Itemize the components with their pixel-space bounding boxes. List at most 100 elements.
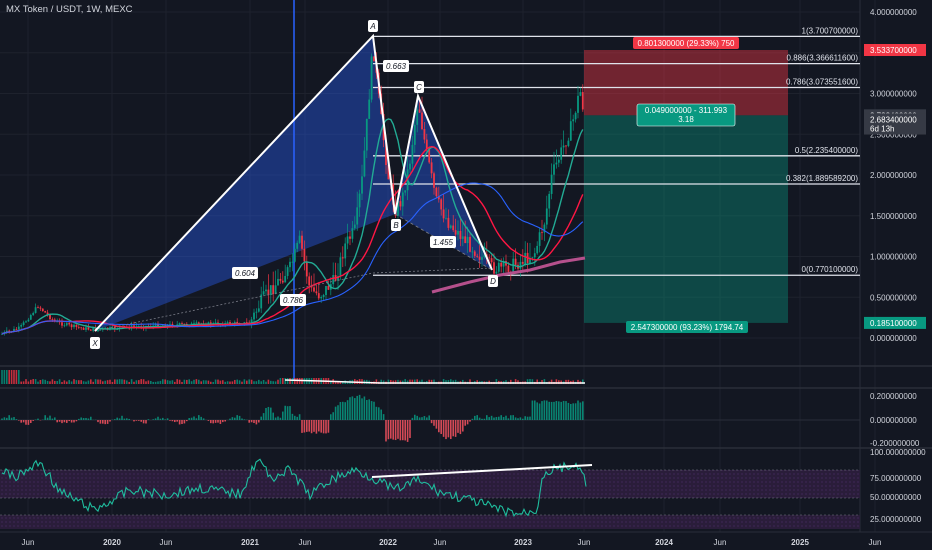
volume-bar: [272, 381, 274, 384]
volume-bar: [270, 380, 272, 384]
candle-body: [253, 312, 255, 320]
macd-bar: [49, 415, 51, 420]
candle-body: [322, 294, 325, 297]
candle-body: [346, 236, 349, 244]
pattern-point-label: C: [416, 83, 422, 92]
macd-bar: [433, 420, 435, 426]
macd-bar: [572, 403, 574, 420]
candle-body: [327, 285, 330, 290]
macd-bar: [78, 418, 80, 420]
pattern-point-label: D: [490, 277, 496, 286]
candle-body: [545, 208, 548, 225]
candle-body: [308, 276, 311, 286]
macd-bar: [519, 417, 522, 420]
macd-bar: [121, 415, 123, 420]
loss-label: 0.801300000 (29.33%) 750: [633, 37, 739, 49]
macd-bar: [390, 420, 392, 439]
candle-body: [133, 325, 135, 327]
macd-bar: [538, 403, 541, 420]
macd-bar: [567, 402, 570, 420]
macd-bar: [517, 418, 519, 420]
macd-bar: [75, 420, 78, 422]
macd-bar: [342, 401, 344, 420]
harmonic-xab-triangle[interactable]: [95, 36, 395, 331]
macd-bar: [255, 420, 258, 425]
macd-bar: [73, 420, 75, 423]
macd-bar: [546, 400, 548, 420]
candle-body: [296, 242, 299, 249]
risk-reward-label: 0.049000000 - 311.993 3.18: [636, 103, 736, 127]
candle-body: [423, 129, 426, 140]
macd-bar: [375, 406, 378, 420]
candle-body: [416, 109, 419, 125]
volume-bar: [135, 380, 138, 384]
macd-bar: [430, 420, 433, 424]
time-axis[interactable]: Jun 2020 Jun 2021 Jun 2022 Jun 2023 Jun 2024 Jun 20…: [22, 538, 882, 547]
candle-body: [553, 164, 555, 175]
macd-bar: [577, 400, 579, 420]
volume-bar: [159, 380, 162, 384]
volume-bar: [37, 381, 39, 384]
macd-bar: [471, 418, 474, 420]
macd-bar: [380, 409, 382, 420]
candle-body: [533, 253, 536, 258]
macd-bar: [3, 417, 6, 420]
volume-bar: [284, 378, 286, 384]
volume-bar: [49, 381, 51, 384]
candle-body: [344, 243, 347, 259]
macd-bar: [217, 420, 219, 423]
macd-bar: [334, 406, 337, 420]
volume-bar: [224, 381, 226, 384]
volume-bar: [34, 379, 37, 384]
volume-bar: [61, 381, 63, 384]
macd-bar: [346, 400, 349, 420]
volume-bar: [116, 379, 118, 384]
macd-bar: [277, 416, 279, 420]
macd-bar: [70, 420, 73, 423]
candle-body: [531, 257, 534, 259]
volume-bar: [195, 379, 198, 384]
macd-bar: [526, 416, 529, 420]
macd-bar: [327, 420, 330, 433]
candle-body: [548, 193, 551, 209]
macd-bar: [30, 420, 32, 424]
candle-body: [478, 256, 481, 260]
volume-bar: [154, 381, 157, 384]
volume-bar: [267, 379, 270, 384]
macd-bar: [382, 414, 385, 420]
volume-bar: [236, 379, 238, 384]
macd-bar: [210, 420, 212, 424]
ratio-label: 0.663: [386, 62, 407, 71]
candle-body: [169, 323, 171, 325]
price-axis[interactable]: 4.0000000003.5000000003.0000000002.50000…: [864, 8, 926, 343]
macd-bar: [474, 415, 476, 420]
macd-bar: [222, 420, 224, 423]
macd-bar: [322, 420, 325, 434]
ratio-label-line1: 0.049000000 - 311.993: [645, 106, 728, 115]
macd-bar: [169, 420, 171, 421]
macd-bar: [500, 415, 502, 420]
candle-body: [284, 275, 287, 283]
volume-bar: [80, 380, 82, 384]
macd-bar: [394, 420, 397, 441]
candle-body: [409, 163, 411, 170]
volume-pane: [1, 370, 585, 384]
indicator-axes[interactable]: 0.200000000 0.000000000 -0.200000000100.00…: [870, 392, 926, 524]
volume-bar: [277, 379, 279, 384]
macd-bar: [510, 415, 512, 420]
candle-body: [269, 285, 272, 296]
take-profit-zone[interactable]: [584, 115, 788, 323]
macd-bar: [469, 420, 471, 422]
candle-body: [32, 312, 35, 315]
candle-body: [34, 307, 37, 313]
macd-bar: [270, 407, 272, 420]
candle-body: [197, 322, 200, 324]
macd-bar: [514, 417, 517, 420]
volume-bar: [248, 379, 250, 384]
candle-body: [44, 311, 47, 313]
chart-canvas[interactable]: 1(3.700700000) 0.886(3.366611600) 0.786(3.…: [0, 0, 932, 550]
macd-bar: [164, 419, 166, 420]
volume-bar: [255, 381, 258, 384]
macd-bar: [224, 420, 226, 422]
macd-bar: [536, 402, 538, 420]
